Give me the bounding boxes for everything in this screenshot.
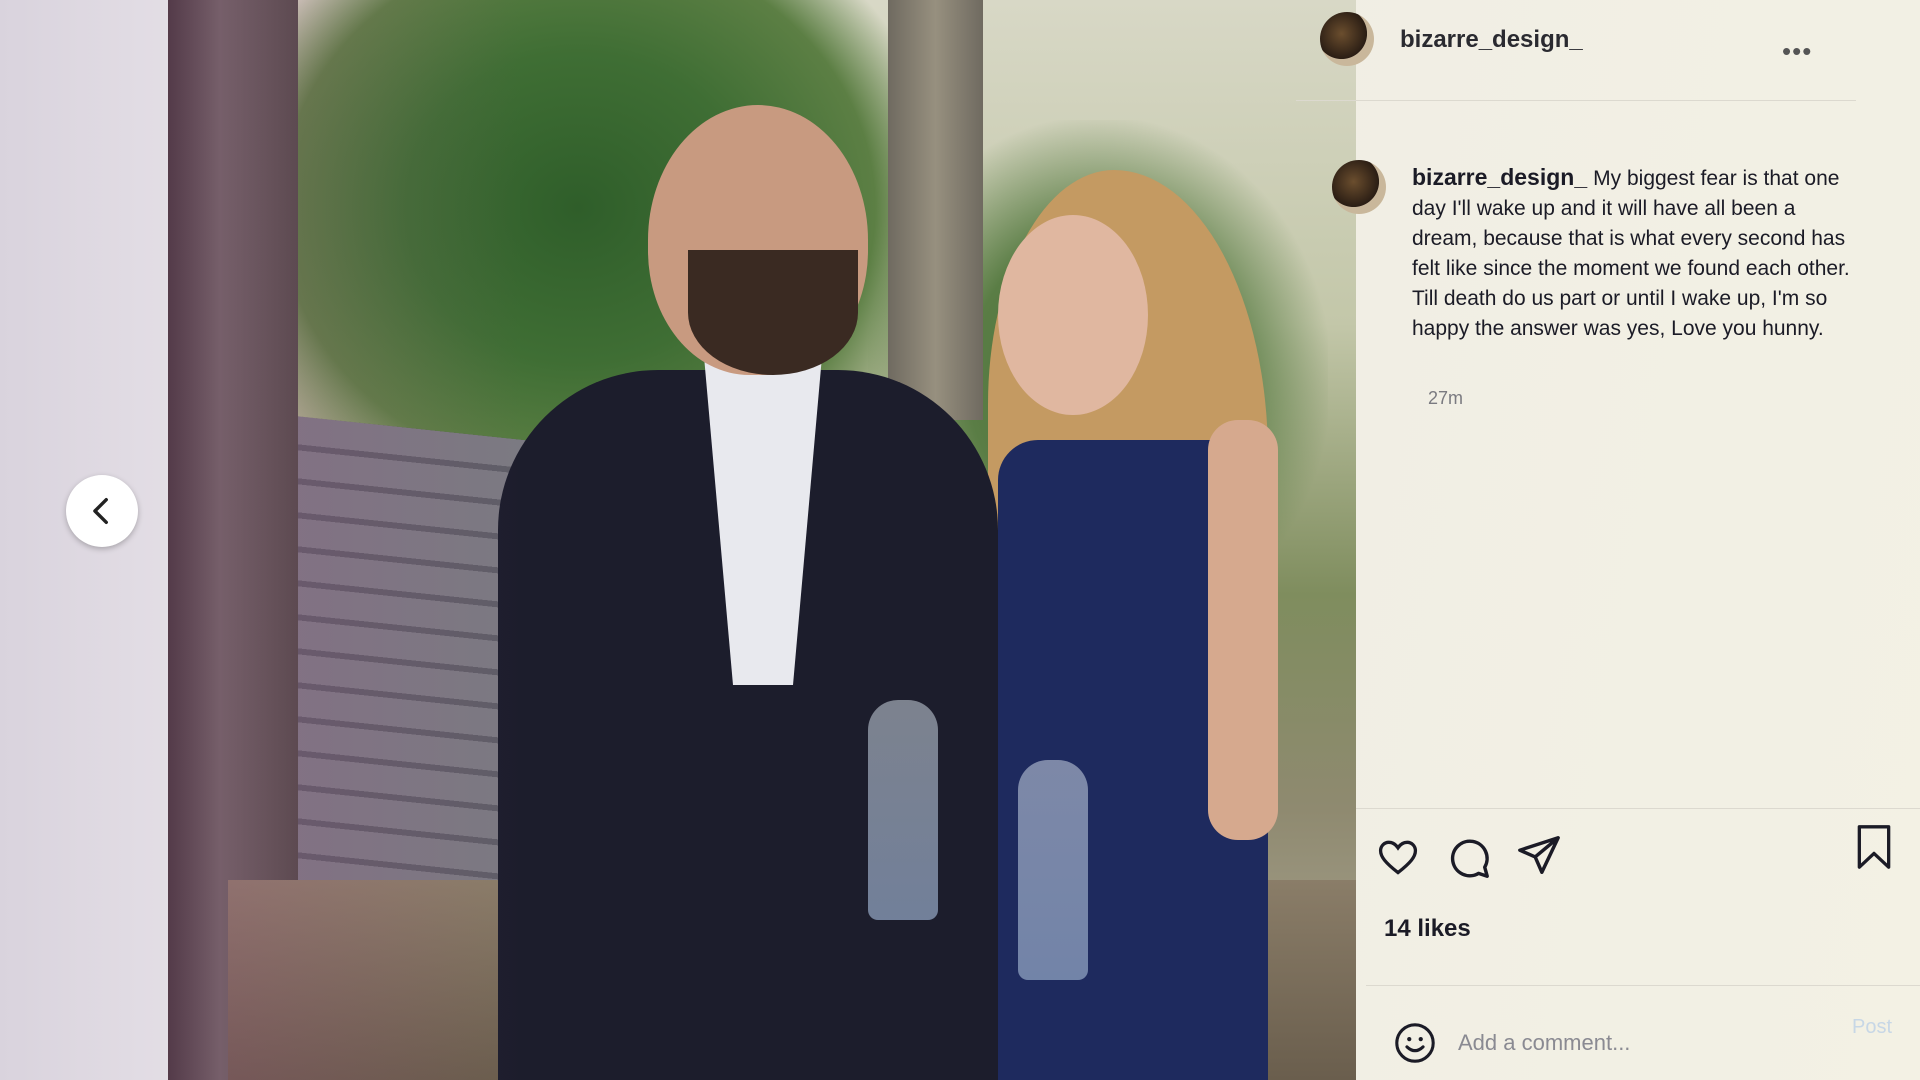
post-comment-button[interactable]: Post <box>1852 1016 1892 1039</box>
save-button[interactable] <box>1852 822 1896 877</box>
caption-username[interactable]: bizarre_design_ <box>1412 164 1587 190</box>
emoji-button[interactable] <box>1392 1020 1438 1071</box>
screen: bizarre_design_ ••• bizarre_design_ My bi… <box>0 0 1920 1080</box>
bookmark-icon <box>1857 825 1891 869</box>
smiley-icon <box>1395 1023 1435 1063</box>
caption-text: My biggest fear is that one day I'll wak… <box>1412 167 1850 340</box>
post-header: bizarre_design_ ••• <box>1296 0 1856 101</box>
paper-plane-icon <box>1518 836 1560 874</box>
photo-tint <box>168 0 1356 1080</box>
post-caption: bizarre_design_ My biggest fear is that o… <box>1412 162 1852 344</box>
post-timestamp: 27m <box>1428 388 1464 408</box>
post-side-panel: bizarre_design_ ••• bizarre_design_ My bi… <box>1296 0 1920 1080</box>
avatar[interactable] <box>1320 12 1374 66</box>
share-button[interactable] <box>1516 832 1562 883</box>
previous-post-button[interactable] <box>66 475 138 547</box>
comment-bubble-icon <box>1450 839 1489 878</box>
likes-count[interactable]: 14 likes <box>1384 915 1471 943</box>
caption-avatar[interactable] <box>1332 160 1386 214</box>
heart-icon <box>1378 840 1418 875</box>
divider <box>1366 985 1920 986</box>
post-photo[interactable] <box>168 0 1356 1080</box>
comment-input[interactable] <box>1456 1024 1800 1062</box>
divider <box>1356 808 1920 809</box>
comment-button[interactable] <box>1446 835 1492 886</box>
header-username[interactable]: bizarre_design_ <box>1400 26 1583 54</box>
like-button[interactable] <box>1376 835 1420 884</box>
more-dots-icon[interactable]: ••• <box>1782 36 1812 67</box>
chevron-left-icon <box>93 497 108 525</box>
